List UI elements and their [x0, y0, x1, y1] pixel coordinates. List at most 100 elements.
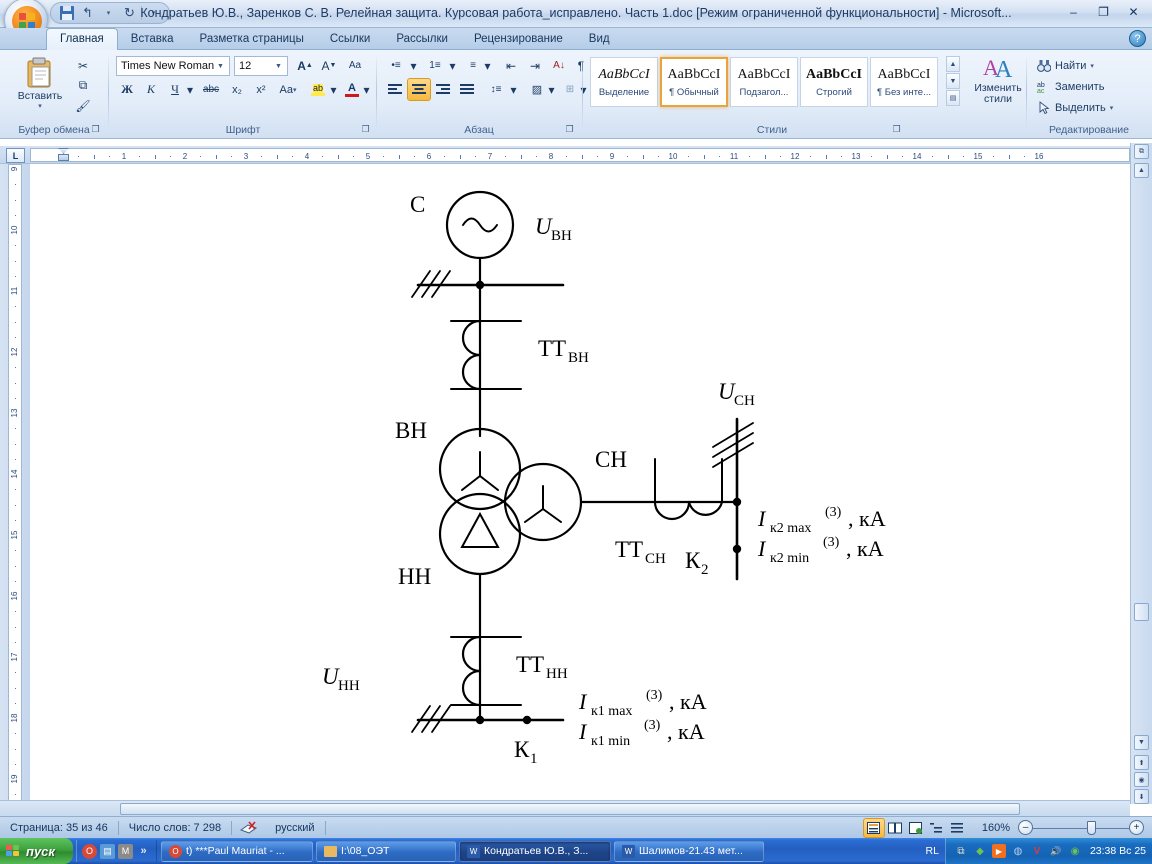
decrease-indent-button[interactable]: ⇤	[500, 55, 522, 76]
strikethrough-button[interactable]: abc	[200, 79, 222, 100]
highlight-dropdown-icon[interactable]: ▾	[328, 79, 339, 100]
zoom-slider-handle[interactable]	[1087, 820, 1096, 835]
zoom-slider[interactable]	[1033, 820, 1129, 836]
format-painter-button[interactable]: 🖌	[72, 95, 94, 116]
justify-button[interactable]	[456, 79, 478, 100]
view-outline-button[interactable]	[927, 819, 947, 837]
media-player-tray-icon[interactable]: ▶	[991, 844, 1006, 858]
scroll-up-button[interactable]: ▲	[1134, 163, 1149, 178]
sort-button[interactable]: A↓	[548, 55, 570, 76]
task-word-kondratyev[interactable]: W Кондратьев Ю.В., З...	[459, 840, 611, 862]
select-dropdown-icon[interactable]: ▾	[1110, 104, 1114, 112]
align-right-button[interactable]	[432, 79, 454, 100]
task-word-shalimov[interactable]: W Шалимов-21.43 мет...	[614, 840, 764, 862]
copy-tray-icon[interactable]: ⧉	[954, 844, 968, 858]
zoom-level-label[interactable]: 160%	[974, 817, 1018, 839]
horizontal-scroll-thumb[interactable]	[120, 803, 1020, 815]
multilevel-dropdown-icon[interactable]: ▾	[482, 55, 493, 76]
text-highlight-button[interactable]: ab	[308, 79, 328, 100]
style-no-spacing[interactable]: AaBbCcI ¶ Без инте...	[870, 57, 938, 107]
tab-references[interactable]: Ссылки	[317, 28, 384, 50]
borders-button[interactable]: ⊞	[560, 79, 580, 100]
proofing-status-button[interactable]	[232, 817, 265, 839]
tab-view[interactable]: Вид	[576, 28, 623, 50]
zoom-out-button[interactable]: –	[1018, 820, 1033, 835]
tab-mailings[interactable]: Рассылки	[383, 28, 461, 50]
bold-button[interactable]: Ж	[116, 79, 138, 100]
tab-page-layout[interactable]: Разметка страницы	[187, 28, 317, 50]
winamp-icon[interactable]: M	[118, 843, 133, 859]
styles-scroll-down-button[interactable]: ▼	[946, 73, 960, 89]
page-indicator[interactable]: Страница: 35 из 46	[0, 817, 118, 839]
find-dropdown-icon[interactable]: ▾	[1090, 62, 1094, 70]
bullets-button[interactable]: •≡	[384, 55, 408, 76]
styles-dialog-launcher[interactable]: ❐	[891, 124, 902, 135]
shading-dropdown-icon[interactable]: ▾	[546, 79, 557, 100]
align-left-button[interactable]	[384, 79, 406, 100]
cut-button[interactable]: ✂	[72, 55, 94, 76]
shrink-font-button[interactable]: A ▼	[318, 55, 340, 76]
chevron-down-icon[interactable]: ▼	[214, 63, 227, 70]
select-browse-object-button[interactable]: ⧉	[1134, 144, 1149, 159]
vertical-scrollbar[interactable]: ⧉ ▲ ▼ ⬆ ◉ ⬇	[1130, 143, 1152, 804]
taskbar-clock[interactable]: 23:38 Вс 25	[1090, 845, 1146, 857]
clear-formatting-button[interactable]: Aa	[344, 55, 366, 76]
opera-icon[interactable]: O	[82, 843, 97, 859]
styles-scroll-up-button[interactable]: ▲	[946, 56, 960, 72]
language-bar[interactable]: RL	[920, 845, 945, 857]
bullets-dropdown-icon[interactable]: ▾	[408, 55, 419, 76]
paragraph-dialog-launcher[interactable]: ❐	[564, 124, 575, 135]
line-spacing-dropdown-icon[interactable]: ▾	[508, 79, 519, 100]
minimize-button[interactable]: –	[1059, 2, 1088, 21]
chevron-down-icon[interactable]: ▼	[272, 63, 285, 70]
view-full-screen-reading-button[interactable]	[885, 819, 905, 837]
find-button[interactable]: Найти ▾	[1033, 55, 1143, 76]
style-strong[interactable]: AaBbCcI Строгий	[800, 57, 868, 107]
paste-dropdown-icon[interactable]: ▾	[38, 102, 42, 110]
document-page[interactable]: С U ВН ТТ ВН ВН СН НН U СН ТТ СН К 2 I к…	[30, 164, 1130, 804]
restore-button[interactable]: ❐	[1089, 2, 1118, 21]
horizontal-ruler[interactable]: L 1 2 3 4 5 6 7 8 9 10 11 12 13 14 15 16	[0, 146, 1152, 164]
grow-font-button[interactable]: A ▲	[294, 55, 316, 76]
shading-button[interactable]: ▨	[526, 79, 548, 100]
font-color-button[interactable]: A	[342, 79, 362, 100]
style-subtitle[interactable]: AaBbCcI Подзагол...	[730, 57, 798, 107]
font-dialog-launcher[interactable]: ❐	[360, 124, 371, 135]
style-emphasis[interactable]: AaBbCcI Выделение	[590, 57, 658, 107]
tab-review[interactable]: Рецензирование	[461, 28, 576, 50]
tab-insert[interactable]: Вставка	[118, 28, 187, 50]
tab-home[interactable]: Главная	[46, 28, 118, 50]
undo-dropdown-icon[interactable]: ▾	[99, 4, 118, 23]
change-case-button[interactable]: Aa ▾	[274, 79, 302, 100]
replace-button[interactable]: ab ac Заменить	[1033, 76, 1143, 97]
calculator-icon[interactable]: ▤	[100, 843, 115, 859]
paste-button[interactable]: Вставить ▾	[12, 55, 68, 112]
task-explorer[interactable]: I:\08_ОЭТ	[316, 840, 456, 862]
view-draft-button[interactable]	[948, 819, 968, 837]
volume-control-tray-icon[interactable]: ◍	[1011, 844, 1025, 858]
styles-more-button[interactable]: ▤	[946, 90, 960, 106]
vertical-scroll-thumb[interactable]	[1134, 603, 1149, 621]
subscript-button[interactable]: x₂	[226, 79, 248, 100]
font-size-combo[interactable]: 12 ▼	[234, 56, 288, 76]
more-chevron-icon[interactable]: »	[136, 844, 151, 859]
font-family-combo[interactable]: Times New Roman ▼	[116, 56, 230, 76]
next-page-button[interactable]: ⬇	[1134, 789, 1149, 804]
redo-icon[interactable]: ↻	[120, 4, 139, 23]
browse-object-button[interactable]: ◉	[1134, 772, 1149, 787]
task-opera[interactable]: O t) ***Paul Mauriat - ...	[161, 840, 313, 862]
numbering-button[interactable]: 1≡	[423, 55, 447, 76]
horizontal-scrollbar[interactable]	[0, 800, 1130, 816]
scroll-down-button[interactable]: ▼	[1134, 735, 1149, 750]
vertical-ruler[interactable]: 9 10 11 12 13 14 15 16 17 18 19	[0, 164, 30, 826]
style-normal[interactable]: AaBbCcI ¶ Обычный	[660, 57, 728, 107]
underline-dropdown-icon[interactable]: ▾	[184, 79, 196, 100]
document-area[interactable]: С U ВН ТТ ВН ВН СН НН U СН ТТ СН К 2 I к…	[30, 164, 1130, 804]
copy-button[interactable]: ⧉	[72, 75, 94, 96]
tab-selector-button[interactable]: L	[6, 148, 25, 163]
hanging-indent-marker[interactable]	[58, 154, 69, 161]
previous-page-button[interactable]: ⬆	[1134, 755, 1149, 770]
antivirus-tray-icon[interactable]: V	[1030, 844, 1044, 858]
word-count[interactable]: Число слов: 7 298	[119, 817, 231, 839]
italic-button[interactable]: К	[140, 79, 162, 100]
